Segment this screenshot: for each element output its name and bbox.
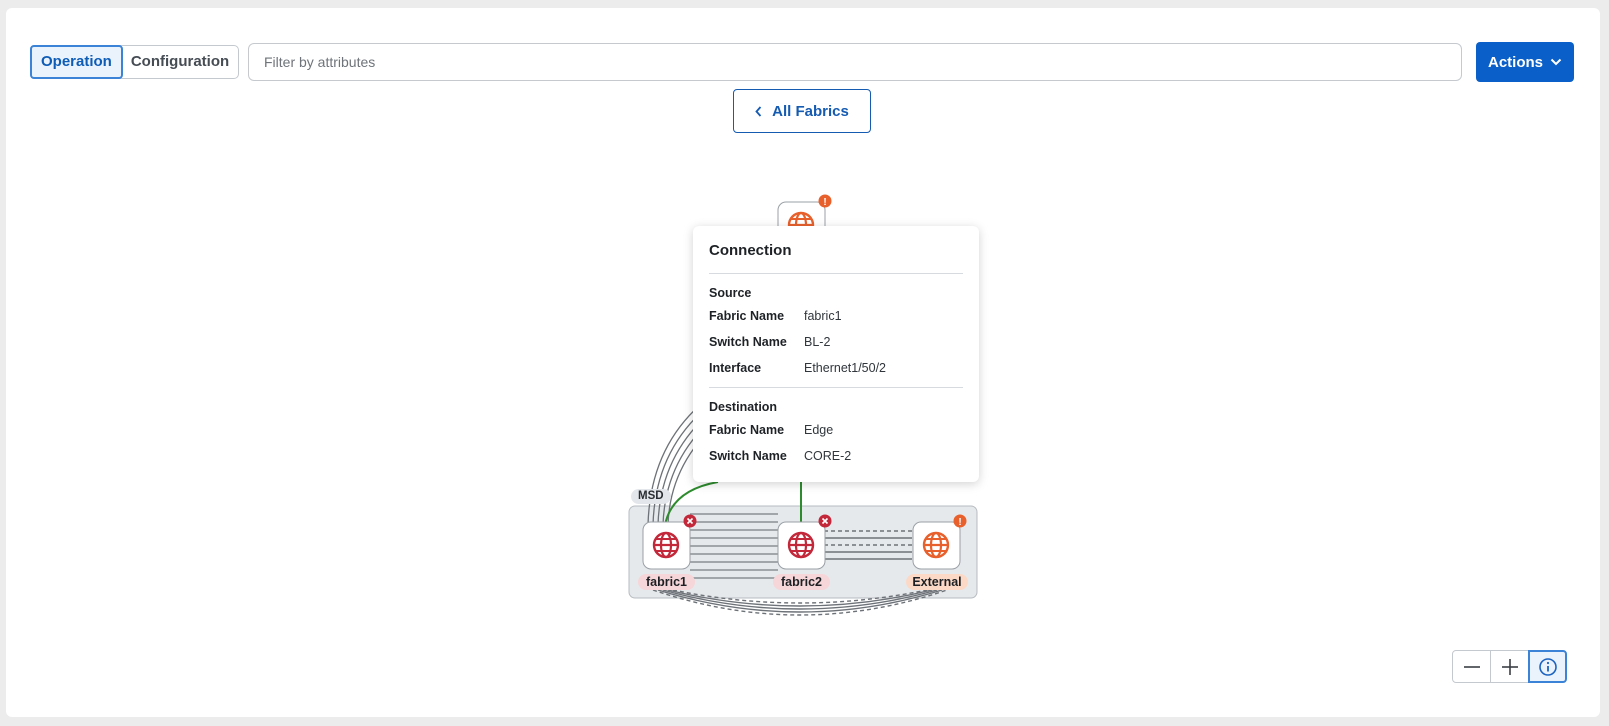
svg-text:!: ! <box>823 197 826 208</box>
destination-heading: Destination <box>709 400 778 414</box>
info-button[interactable] <box>1528 650 1567 683</box>
row-value: CORE-2 <box>804 449 852 463</box>
row-key: Fabric Name <box>709 423 785 437</box>
row-key: Switch Name <box>709 335 787 349</box>
row-value: fabric1 <box>804 309 842 323</box>
destination-switch-row: Switch Name CORE-2 <box>709 449 963 475</box>
zoom-controls <box>1452 650 1567 683</box>
source-fabric-row: Fabric Name fabric1 <box>709 309 963 335</box>
node-label-fabric1: fabric1 <box>638 574 695 590</box>
destination-fabric-row: Fabric Name Edge <box>709 423 963 449</box>
row-value: Ethernet1/50/2 <box>804 361 887 375</box>
row-key: Fabric Name <box>709 309 785 323</box>
node-fabric2[interactable] <box>777 514 832 570</box>
row-key: Interface <box>709 361 762 375</box>
source-heading: Source <box>709 286 752 300</box>
row-key: Switch Name <box>709 449 787 463</box>
node-label-fabric2: fabric2 <box>773 574 830 590</box>
info-icon <box>1538 657 1557 676</box>
row-value: BL-2 <box>804 335 831 349</box>
connection-popover: Connection Source Fabric Name fabric1 Sw… <box>693 226 979 482</box>
msd-group-label: MSD <box>631 489 671 504</box>
source-switch-row: Switch Name BL-2 <box>709 335 963 361</box>
node-label-external: External <box>906 574 968 590</box>
popover-title: Connection <box>709 242 792 259</box>
node-fabric1[interactable] <box>642 514 697 570</box>
zoom-in-button[interactable] <box>1490 650 1529 683</box>
node-external[interactable]: ! <box>912 514 967 570</box>
svg-text:!: ! <box>958 517 961 528</box>
plus-icon <box>1501 658 1518 675</box>
row-value: Edge <box>804 423 834 437</box>
divider <box>709 387 963 388</box>
source-interface-row: Interface Ethernet1/50/2 <box>709 361 963 387</box>
minus-icon <box>1463 665 1480 668</box>
divider <box>709 273 963 274</box>
zoom-out-button[interactable] <box>1452 650 1491 683</box>
